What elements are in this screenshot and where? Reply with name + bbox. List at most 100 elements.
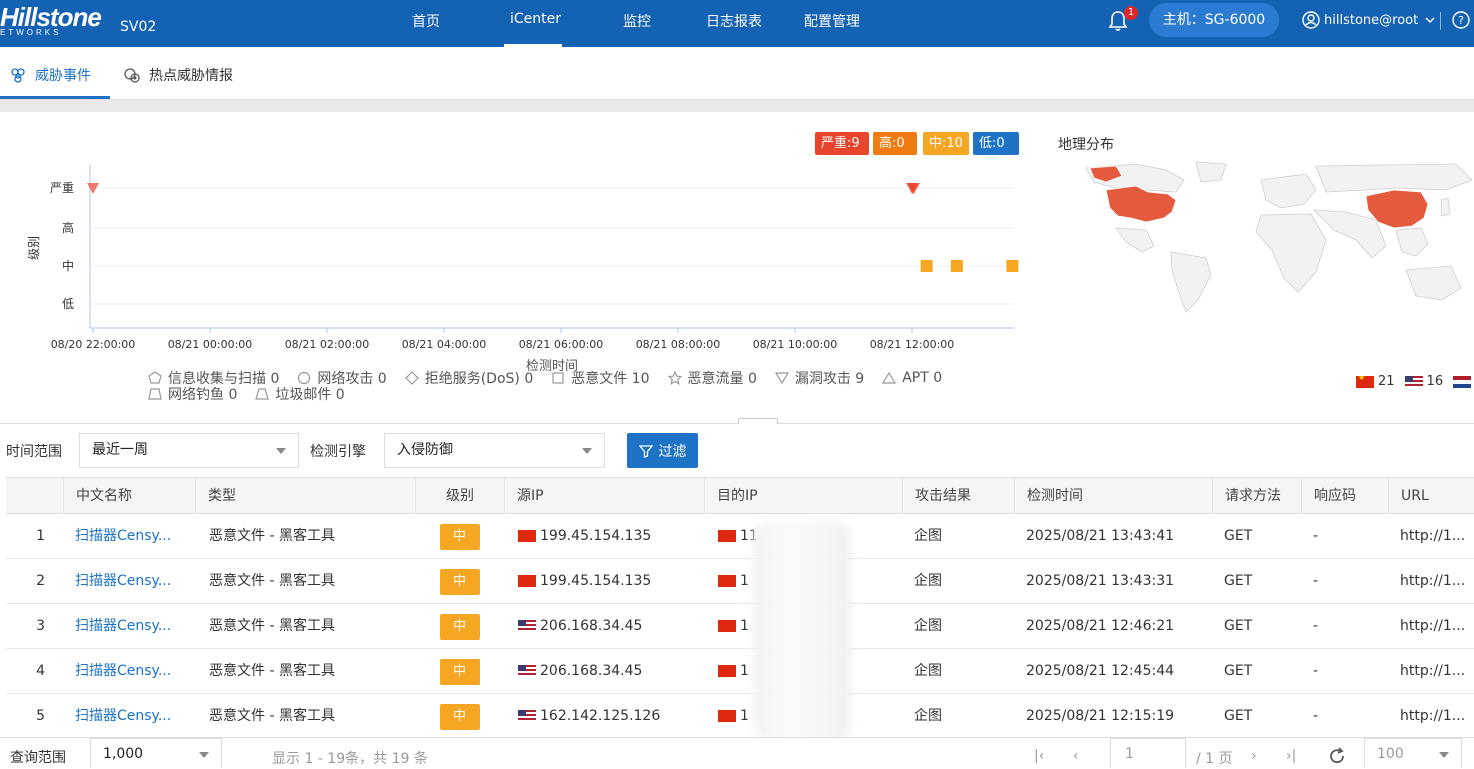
y-tick-label: 严重 [50, 181, 74, 195]
engine-label: 检测引擎 [310, 444, 366, 460]
url: http://1... [1400, 573, 1466, 589]
first-page-icon[interactable]: |‹ [1034, 748, 1044, 764]
filter-button[interactable]: 过滤 [627, 433, 698, 468]
legend-item[interactable]: 漏洞攻击 9 [774, 368, 864, 388]
geo-legend-count: 16 [1426, 374, 1444, 389]
threat-name-link[interactable]: 扫描器Censy... [75, 604, 193, 648]
nav-log-report[interactable]: 日志报表 [706, 11, 762, 31]
geo-legend-item[interactable] [1453, 375, 1474, 388]
chart-point[interactable] [1006, 260, 1019, 272]
help-icon[interactable]: ? [1452, 11, 1470, 29]
level-cell: 中 [415, 514, 504, 558]
table-row[interactable]: 5 扫描器Censy... 恶意文件 - 黑客工具 中 162.142.125.… [6, 694, 1474, 739]
flag-cn-icon [718, 575, 736, 587]
flag-nl-icon [1453, 375, 1472, 388]
world-map[interactable] [1076, 160, 1474, 315]
response-code: - [1313, 708, 1319, 724]
legend-label: APT 0 [902, 370, 943, 386]
chart-point[interactable] [950, 260, 963, 272]
nav-home[interactable]: 首页 [412, 11, 440, 31]
column-header[interactable]: 请求方法 [1212, 478, 1301, 514]
engine-select[interactable]: 入侵防御 [384, 433, 605, 468]
row-index: 3 [36, 618, 45, 634]
legend-item[interactable]: 恶意流量 0 [667, 368, 757, 388]
legend-item[interactable]: 网络钓鱼 0 [148, 384, 237, 404]
request-method: GET [1224, 573, 1253, 589]
column-header[interactable]: 级别 [415, 478, 504, 514]
column-header[interactable]: 源IP [504, 478, 704, 514]
user-menu[interactable]: hillstone@root [1302, 11, 1436, 29]
chart-ylabel: 级别 [27, 236, 41, 260]
host-selector[interactable]: 主机：SG-6000 [1149, 3, 1279, 37]
threat-name-link[interactable]: 扫描器Censy... [75, 559, 193, 603]
geo-legend-count: 21 [1378, 374, 1395, 389]
refresh-icon[interactable] [1327, 746, 1347, 766]
next-page-icon[interactable]: › [1251, 748, 1257, 764]
column-header[interactable]: 目的IP [704, 478, 902, 514]
url: http://1... [1400, 618, 1466, 634]
splitter-handle[interactable] [738, 418, 778, 424]
threat-name-link[interactable]: 扫描器Censy... [75, 649, 193, 693]
query-range-value: 1,000 [103, 746, 144, 762]
flag-us-icon [518, 620, 536, 632]
column-header[interactable]: 中文名称 [63, 478, 195, 514]
section-separator [0, 100, 1474, 112]
table-row[interactable]: 1 扫描器Censy... 恶意文件 - 黑客工具 中 199.45.154.1… [6, 514, 1474, 559]
legend-item[interactable]: 拒绝服务(DoS) 0 [404, 368, 533, 388]
prev-page-icon[interactable]: ‹ [1073, 748, 1079, 764]
threat-name-link[interactable]: 扫描器Censy... [75, 694, 193, 738]
table-row[interactable]: 4 扫描器Censy... 恶意文件 - 黑客工具 中 206.168.34.4… [6, 649, 1474, 694]
request-method: GET [1224, 618, 1253, 634]
legend-item[interactable]: 恶意文件 10 [551, 368, 650, 388]
column-header[interactable]: URL [1388, 478, 1474, 514]
response-code: - [1313, 618, 1319, 634]
row-index: 4 [36, 663, 45, 679]
legend-item[interactable]: 垃圾邮件 0 [255, 384, 345, 404]
tab-threat-events-label: 威胁事件 [35, 68, 91, 84]
page-size-select[interactable]: 100 [1364, 738, 1462, 768]
response-code: - [1313, 528, 1319, 544]
sub-tabs: 威胁事件 热点威胁情报 [0, 47, 1474, 100]
query-range-select[interactable]: 1,000 [90, 738, 222, 768]
table-row[interactable]: 3 扫描器Censy... 恶意文件 - 黑客工具 中 206.168.34.4… [6, 604, 1474, 649]
tab-hot-threat-intel[interactable]: 热点威胁情报 [123, 65, 233, 85]
response-code: - [1313, 573, 1319, 589]
legend-circle-icon [298, 371, 311, 385]
page-number-input[interactable]: 1 [1110, 738, 1186, 768]
time-range-value: 最近一周 [92, 442, 148, 458]
flag-cn-icon [718, 665, 736, 677]
page-size-value: 100 [1377, 746, 1404, 762]
nav-monitor[interactable]: 监控 [623, 11, 651, 31]
flag-cn-icon [718, 530, 736, 542]
tab-threat-events[interactable]: 威胁事件 [10, 65, 91, 85]
flag-us-icon [518, 710, 536, 722]
attack-result: 企图 [914, 573, 942, 589]
legend-label: 恶意文件 10 [571, 371, 650, 387]
x-tick-label: 08/20 22:00:00 [51, 338, 136, 351]
legend-square-icon [552, 372, 564, 384]
flag-us-icon [1404, 375, 1423, 388]
chart-point[interactable] [920, 260, 933, 272]
column-header[interactable]: 类型 [195, 478, 415, 514]
dest-ip: 1 [740, 663, 749, 679]
geo-legend-item[interactable]: 21 [1356, 374, 1395, 389]
level-badge: 中 [439, 569, 480, 595]
legend-item[interactable]: APT 0 [882, 370, 942, 386]
x-tick-label: 08/21 04:00:00 [402, 338, 487, 351]
source-ip-cell: 206.168.34.45 [518, 649, 704, 693]
level-cell: 中 [415, 604, 504, 648]
column-header[interactable]: 检测时间 [1014, 478, 1212, 514]
table-row[interactable]: 2 扫描器Censy... 恶意文件 - 黑客工具 中 199.45.154.1… [6, 559, 1474, 604]
y-tick-label: 中 [62, 258, 74, 273]
hillstone-logo[interactable]: Hillstone ETWORKS [0, 4, 106, 40]
geo-legend-item[interactable]: 16 [1404, 374, 1444, 389]
source-ip: 162.142.125.126 [540, 708, 661, 724]
column-header[interactable]: 响应码 [1301, 478, 1388, 514]
column-header[interactable]: 攻击结果 [902, 478, 1014, 514]
time-range-select[interactable]: 最近一周 [79, 433, 299, 468]
last-page-icon[interactable]: ›| [1286, 748, 1296, 764]
nav-config[interactable]: 配置管理 [804, 11, 860, 31]
nav-icenter[interactable]: iCenter [510, 11, 561, 27]
threat-name-link[interactable]: 扫描器Censy... [75, 514, 193, 558]
column-header[interactable] [6, 478, 63, 514]
